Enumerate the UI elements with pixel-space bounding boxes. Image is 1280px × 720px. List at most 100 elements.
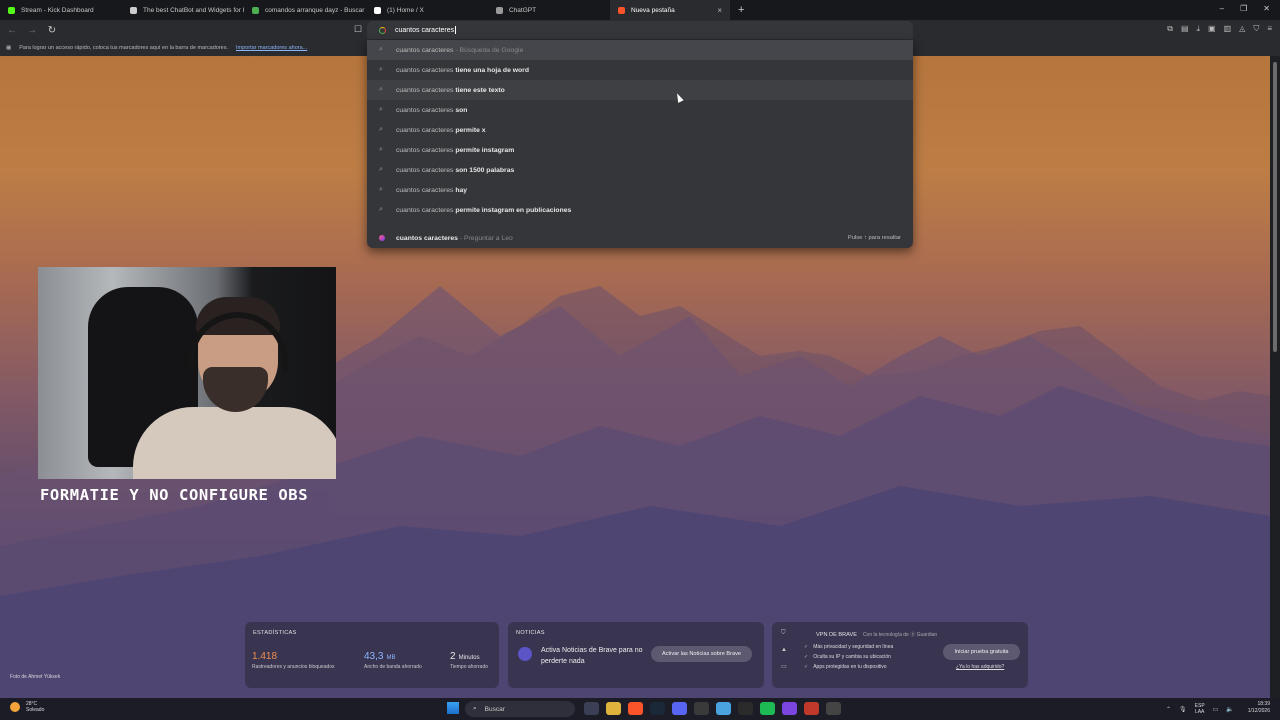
card-icon[interactable]: ▭ bbox=[781, 663, 789, 670]
wallet-icon[interactable]: ▣ bbox=[1208, 24, 1216, 34]
suggestion-item[interactable]: ⌕ cuantos caracteres tiene una hoja de wo… bbox=[367, 60, 913, 80]
weather-widget[interactable]: 28°C Soleado bbox=[10, 701, 44, 713]
new-tab-button[interactable]: + bbox=[738, 4, 744, 16]
language-indicator[interactable]: ESP LAA bbox=[1195, 703, 1205, 715]
suggestion-text: cuantos caracteres - Búsqueda de Google bbox=[396, 47, 523, 54]
enable-news-button[interactable]: Activar las Noticias sobre Brave bbox=[651, 646, 752, 662]
app-grid-icon[interactable] bbox=[782, 702, 797, 715]
file-explorer-icon[interactable] bbox=[584, 702, 599, 715]
search-icon: ⌕ bbox=[379, 186, 383, 193]
minimize-button[interactable]: – bbox=[1220, 4, 1224, 13]
suggestion-prefix: cuantos caracteres bbox=[396, 66, 456, 74]
suggestion-item[interactable]: ⌕ cuantos caracteres hay bbox=[367, 180, 913, 200]
speaker-icon[interactable]: 🔈 bbox=[1226, 706, 1233, 713]
suggestion-text: cuantos caracteres permite instagram en … bbox=[396, 207, 571, 214]
forward-button[interactable]: → bbox=[24, 25, 40, 36]
photo-credit[interactable]: Foto de Ahmet Yüksek bbox=[10, 674, 60, 680]
stat-time: 2 Minutos Tiempo ahorrado bbox=[450, 650, 488, 670]
window-controls: – ❐ ✕ bbox=[1220, 4, 1270, 13]
notepad-icon[interactable] bbox=[716, 702, 731, 715]
taskbar-clock[interactable]: 18:39 1/12/2026 bbox=[1248, 701, 1270, 715]
suggestion-item[interactable]: ⌕ cuantos caracteres permite instagram bbox=[367, 140, 913, 160]
tab-icon[interactable]: ▥ bbox=[1224, 24, 1232, 34]
suggestion-prefix: cuantos caracteres bbox=[396, 206, 456, 214]
vpn-icon[interactable]: ⛉ bbox=[1253, 24, 1259, 34]
tab-0[interactable]: Stream - Kick Dashboard bbox=[0, 0, 122, 20]
chevron-up-icon[interactable]: ⌃ bbox=[1166, 706, 1171, 713]
tab-favicon-icon bbox=[252, 6, 259, 14]
suggestion-item[interactable]: ⌕ cuantos caracteres permite instagram en… bbox=[367, 200, 913, 220]
suggestion-prefix: cuantos caracteres bbox=[396, 46, 454, 54]
suggestion-item[interactable]: ⌕ cuantos caracteres son bbox=[367, 100, 913, 120]
already-purchased-link[interactable]: ¿Ya lo has adquirido? bbox=[956, 664, 1004, 670]
search-icon: ⌕ bbox=[379, 86, 383, 93]
tab-2[interactable]: comandos arranque dayz - Buscar c bbox=[244, 0, 366, 20]
windows-start-icon[interactable] bbox=[447, 702, 459, 714]
address-bar[interactable]: cuantos caracteres bbox=[367, 21, 913, 39]
stat-trackers: 1.418 Rastreadores y anuncios bloqueados bbox=[252, 650, 335, 670]
suggestion-note: - Búsqueda de Google bbox=[453, 46, 524, 54]
spotify-icon[interactable] bbox=[760, 702, 775, 715]
obs-icon[interactable] bbox=[738, 702, 753, 715]
vpn-shield-icon[interactable]: ⛉ bbox=[781, 630, 789, 637]
monitor-icon[interactable]: ▭ bbox=[1213, 706, 1219, 713]
maximize-button[interactable]: ❐ bbox=[1240, 4, 1247, 13]
discord-icon[interactable] bbox=[672, 702, 687, 715]
weather-desc: Soleado bbox=[26, 707, 45, 713]
suggestion-item[interactable]: ⌕ cuantos caracteres tiene este texto bbox=[367, 80, 913, 100]
stat-unit: MB bbox=[386, 655, 396, 661]
tab-4[interactable]: ChatGPT bbox=[488, 0, 610, 20]
close-window-button[interactable]: ✕ bbox=[1263, 4, 1270, 13]
suggestion-list: ⌕ cuantos caracteres - Búsqueda de Google… bbox=[367, 40, 913, 220]
rewards-icon[interactable]: ◬ bbox=[1239, 24, 1245, 34]
scrollbar-thumb[interactable] bbox=[1273, 62, 1277, 352]
back-button[interactable]: ← bbox=[4, 25, 20, 36]
address-input[interactable]: cuantos caracteres bbox=[395, 27, 454, 34]
suggestion-item[interactable]: ⌕ cuantos caracteres permite x bbox=[367, 120, 913, 140]
microphone-icon[interactable]: 🎙 bbox=[1179, 706, 1187, 713]
suggestion-completion: tiene una hoja de word bbox=[455, 66, 529, 74]
alert-icon[interactable]: ▲ bbox=[781, 647, 789, 653]
keyboard-hint: Pulse ↑ para resaltar bbox=[847, 235, 901, 241]
close-tab-icon[interactable]: × bbox=[717, 6, 722, 15]
page-scrollbar[interactable] bbox=[1270, 56, 1280, 698]
sidebar-icon[interactable]: ▤ bbox=[1181, 24, 1189, 34]
reload-button[interactable]: ↻ bbox=[44, 25, 60, 36]
game-icon[interactable] bbox=[826, 702, 841, 715]
suggestion-completion: permite instagram bbox=[455, 146, 515, 154]
steam-icon[interactable] bbox=[650, 702, 665, 715]
start-trial-button[interactable]: Iniciar prueba gratuita bbox=[943, 644, 1020, 660]
tab-favicon-icon bbox=[496, 6, 503, 14]
suggestion-text: cuantos caracteres son 1500 palabras bbox=[396, 167, 514, 174]
tab-1[interactable]: The best ChatBot and Widgets for Ki bbox=[122, 0, 244, 20]
clock-time: 18:39 bbox=[1257, 701, 1270, 707]
folder-icon[interactable] bbox=[606, 702, 621, 715]
suggestion-item[interactable]: ⌕ cuantos caracteres son 1500 palabras bbox=[367, 160, 913, 180]
ask-leo-suggestion[interactable]: cuantos caracteres - Preguntar a Leo Pul… bbox=[367, 229, 913, 247]
vpn-widget: ⛉ ▲ ▭ VPN DE BRAVE Con la tecnología de ⓖ… bbox=[772, 622, 1028, 688]
tab-title: comandos arranque dayz - Buscar c bbox=[265, 6, 366, 14]
download-icon[interactable]: ⤓ bbox=[1197, 24, 1201, 34]
sql-icon[interactable] bbox=[804, 702, 819, 715]
import-bookmarks-link[interactable]: Importar marcadores ahora... bbox=[236, 45, 307, 51]
tab-favicon-icon bbox=[8, 6, 15, 14]
puzzle-icon[interactable]: ⧉ bbox=[1167, 24, 1173, 34]
vpn-feature: ✓ Más privacidad y seguridad en línea bbox=[804, 642, 893, 652]
news-widget: NOTICIAS Activa Noticias de Brave para n… bbox=[508, 622, 764, 688]
taskbar-search-placeholder: Buscar bbox=[484, 705, 505, 713]
suggestion-text: cuantos caracteres tiene este texto bbox=[396, 87, 505, 94]
brave-icon[interactable] bbox=[628, 702, 643, 715]
tab-3[interactable]: (1) Home / X bbox=[366, 0, 488, 20]
capcut-icon[interactable] bbox=[694, 702, 709, 715]
search-icon: ⌕ bbox=[379, 166, 383, 173]
bookmark-icon[interactable]: ☐ bbox=[354, 24, 362, 35]
taskbar-apps bbox=[584, 702, 841, 715]
taskbar-search[interactable]: ⌕ Buscar bbox=[465, 701, 575, 717]
suggestion-item[interactable]: ⌕ cuantos caracteres - Búsqueda de Google bbox=[367, 40, 913, 60]
tab-5[interactable]: Nueva pestaña × bbox=[610, 0, 730, 20]
menu-icon[interactable]: ≡ bbox=[1267, 24, 1272, 34]
news-promo-text: Activa Noticias de Brave para no perdert… bbox=[541, 647, 643, 665]
apps-icon[interactable]: ▦ bbox=[6, 45, 11, 51]
toolbar-actions: ⧉ ▤ ⤓ ▣ ▥ ◬ ⛉ ≡ bbox=[1167, 24, 1272, 34]
vpn-features: ✓ Más privacidad y seguridad en línea ✓ Oc… bbox=[804, 642, 893, 672]
